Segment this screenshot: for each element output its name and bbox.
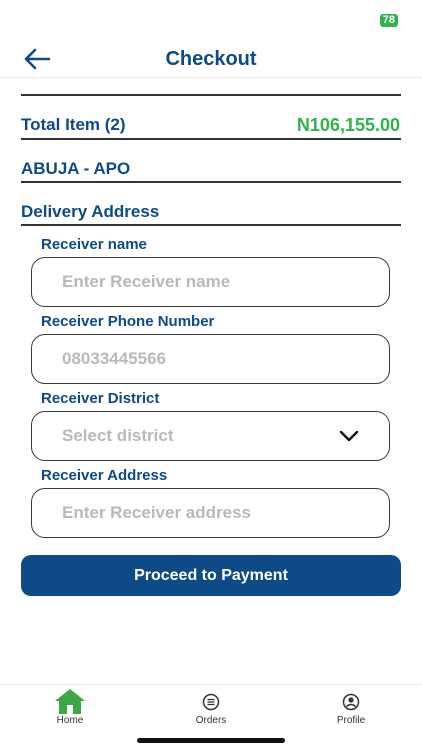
delivery-address-title: Delivery Address — [21, 202, 160, 221]
receiver-name-input[interactable] — [62, 272, 359, 292]
status-bar: 78 — [0, 0, 422, 40]
receiver-name-label: Receiver name — [41, 236, 147, 253]
receiver-address-label: Receiver Address — [41, 467, 168, 484]
chevron-down-icon — [339, 430, 359, 442]
nav-item-orders[interactable]: Orders — [171, 685, 251, 733]
total-amount: N106,155.00 — [296, 115, 400, 135]
receiver-district-label: Receiver District — [41, 390, 160, 407]
nav-label-orders: Orders — [195, 715, 227, 726]
nav-item-profile[interactable]: Profile — [311, 685, 391, 733]
orders-icon — [202, 693, 220, 711]
page-title: Checkout — [165, 48, 257, 70]
receiver-phone-field — [31, 334, 390, 384]
receiver-district-select[interactable]: Select district — [31, 411, 390, 461]
app-header: Checkout — [0, 40, 422, 78]
home-icon — [55, 689, 85, 714]
district-selected-value: Select district — [62, 426, 174, 445]
checkout-screen: 78 Checkout Total Item (2) N106,155.00 A… — [0, 0, 422, 750]
receiver-phone-label: Receiver Phone Number — [41, 313, 215, 330]
location-label: ABUJA - APO — [21, 159, 131, 178]
divider — [21, 94, 401, 96]
divider — [21, 181, 401, 183]
nav-label-profile: Profile — [336, 715, 366, 726]
profile-icon — [342, 693, 360, 711]
divider — [21, 138, 401, 140]
home-indicator — [137, 738, 285, 743]
receiver-phone-input[interactable] — [62, 349, 359, 369]
receiver-name-field — [31, 257, 390, 307]
battery-indicator: 78 — [379, 14, 398, 27]
nav-label-home: Home — [56, 715, 84, 726]
receiver-address-field — [31, 488, 390, 538]
receiver-address-input[interactable] — [62, 503, 359, 523]
total-items-label: Total Item (2) — [21, 115, 126, 134]
divider — [21, 224, 401, 226]
nav-item-home[interactable]: Home — [30, 685, 110, 733]
proceed-to-payment-button[interactable]: Proceed to Payment — [21, 555, 401, 596]
